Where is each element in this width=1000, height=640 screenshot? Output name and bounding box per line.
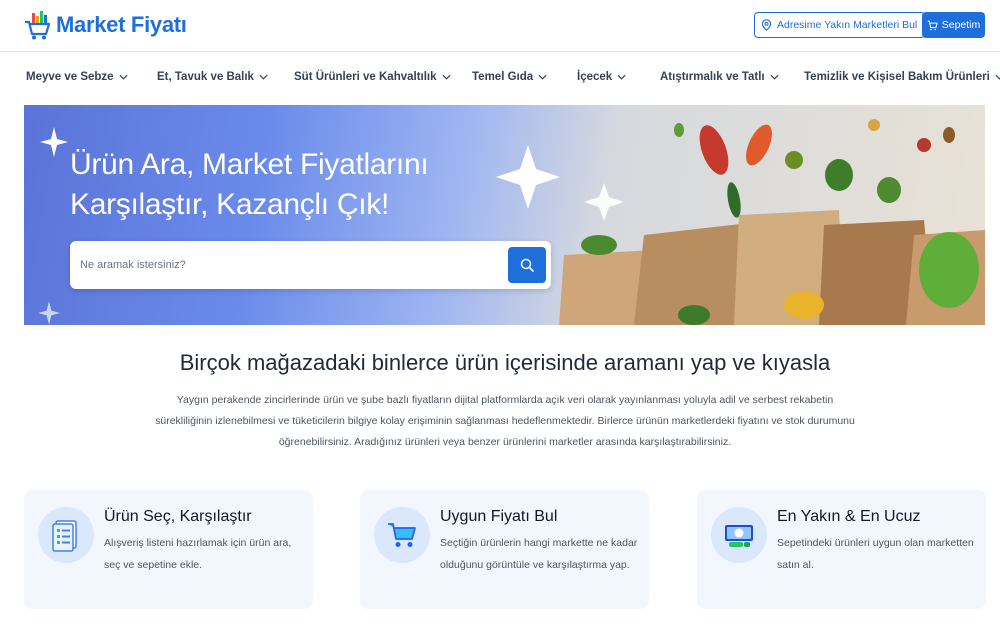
nav-item-label: Atıştırmalık ve Tatlı — [660, 71, 765, 83]
search-input[interactable] — [70, 241, 500, 289]
feature-title: En Yakın & En Ucuz — [777, 508, 921, 525]
chevron-down-icon — [538, 74, 547, 80]
header: Market Fiyatı Adresime Yakın Marketleri … — [0, 0, 1000, 52]
category-nav: Meyve ve Sebze Et, Tavuk ve Balık Süt Ür… — [0, 53, 1000, 103]
intro-description: Yaygın perakende zincirlerinde ürün ve ş… — [120, 390, 890, 453]
feature-text: Seçtiğin ürünlerin hangi markette ne kad… — [440, 537, 638, 571]
hero-title-line-1: Ürün Ara, Market Fiyatlarını — [70, 148, 429, 181]
feature-title: Ürün Seç, Karşılaştır — [104, 508, 252, 525]
cart-icon — [927, 20, 938, 30]
nav-item-label: Süt Ürünleri ve Kahvaltılık — [294, 71, 437, 83]
intro-line-2: sürekliliğinin izlenebilmesi ve tüketici… — [155, 415, 855, 427]
brand-name: Market Fiyatı — [56, 12, 187, 37]
feature-card-price: Uygun Fiyatı Bul Seçtiğin ürünlerin hang… — [360, 490, 649, 609]
hero-banner: Ürün Ara, Market Fiyatlarını Karşılaştır… — [24, 105, 985, 325]
logo-cart-icon — [25, 11, 50, 40]
nav-item-atistirmalik[interactable]: Atıştırmalık ve Tatlı — [660, 71, 779, 83]
find-nearby-markets-button[interactable]: Adresime Yakın Marketleri Bul — [754, 12, 926, 38]
cart-icon — [374, 507, 430, 563]
chevron-down-icon — [259, 74, 268, 80]
feature-card-compare: Ürün Seç, Karşılaştır Alışveriş listeni … — [24, 490, 313, 609]
nav-item-et-tavuk-balik[interactable]: Et, Tavuk ve Balık — [157, 71, 268, 83]
nav-item-temizlik[interactable]: Temizlik ve Kişisel Bakım Ürünleri — [804, 71, 1000, 83]
cart-label: Sepetim — [941, 19, 981, 31]
chevron-down-icon — [617, 74, 626, 80]
checklist-icon — [38, 507, 94, 563]
nav-item-label: İçecek — [577, 71, 613, 83]
feature-card-nearest: En Yakın & En Ucuz Sepetindeki ürünleri … — [697, 490, 986, 609]
hero-title-line-2: Karşılaştır, Kazançlı Çık! — [70, 188, 389, 221]
chevron-down-icon — [442, 74, 451, 80]
nav-item-meyve-sebze[interactable]: Meyve ve Sebze — [26, 71, 128, 83]
feature-text: Alışveriş listeni hazırlamak için ürün a… — [104, 537, 292, 571]
chevron-down-icon — [995, 74, 1000, 80]
nav-item-label: Meyve ve Sebze — [26, 71, 114, 83]
intro-line-1: Yaygın perakende zincirlerinde ürün ve ş… — [176, 394, 834, 406]
nav-item-temel-gida[interactable]: Temel Gıda — [472, 71, 547, 83]
nav-item-sut-urunleri[interactable]: Süt Ürünleri ve Kahvaltılık — [294, 71, 451, 83]
grocery-bags-illustration — [496, 119, 985, 325]
find-nearby-markets-label: Adresime Yakın Marketleri Bul — [777, 19, 918, 31]
sparkle-icon — [38, 301, 60, 325]
logo[interactable]: Market Fiyatı — [24, 8, 187, 42]
nav-item-label: Et, Tavuk ve Balık — [157, 71, 254, 83]
chevron-down-icon — [770, 74, 779, 80]
feature-title: Uygun Fiyatı Bul — [440, 508, 558, 525]
hero-title: Ürün Ara, Market Fiyatlarını Karşılaştır… — [70, 145, 429, 225]
search-box — [70, 241, 551, 289]
chevron-down-icon — [119, 74, 128, 80]
sparkle-icon — [40, 127, 68, 157]
intro-line-3: öğrenebilirsiniz. Aradığınız ürünleri ve… — [278, 436, 732, 448]
location-pin-icon — [761, 19, 772, 31]
nav-item-icecek[interactable]: İçecek — [577, 71, 626, 83]
feature-text: Sepetindeki ürünleri uygun olan markette… — [777, 537, 974, 571]
intro-title: Birçok mağazadaki binlerce ürün içerisin… — [179, 350, 831, 375]
nav-item-label: Temel Gıda — [472, 71, 534, 83]
nav-item-label: Temizlik ve Kişisel Bakım Ürünleri — [804, 71, 990, 83]
cart-button[interactable]: Sepetim — [922, 12, 985, 38]
money-icon — [711, 507, 767, 563]
